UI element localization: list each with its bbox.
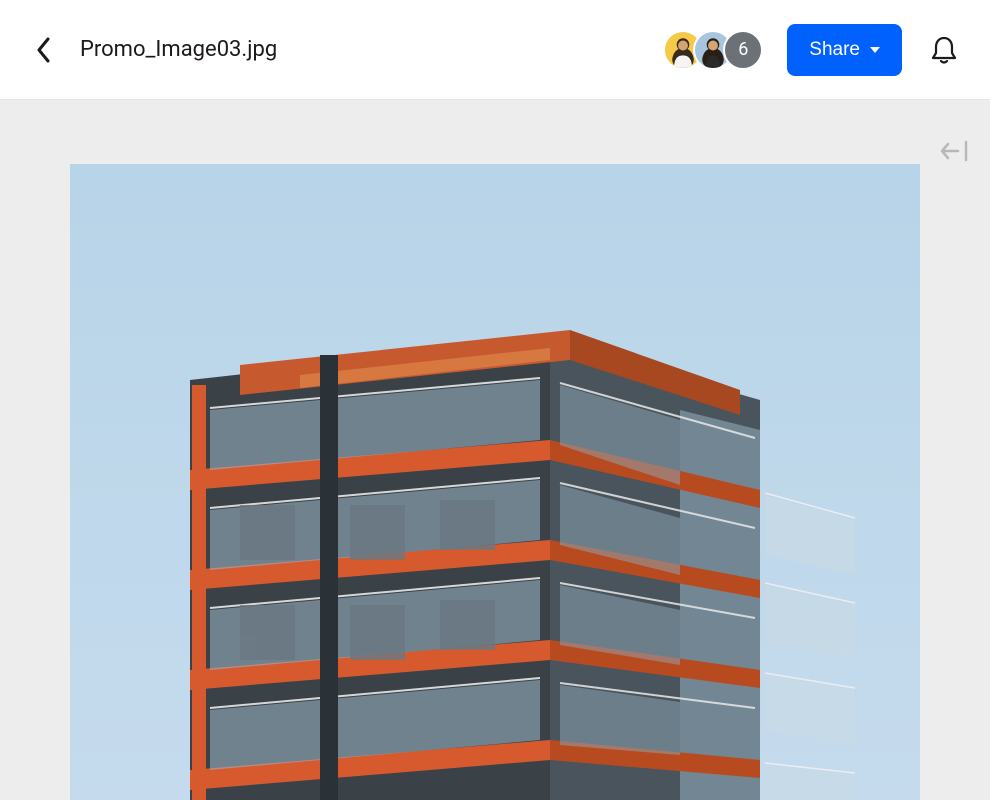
image-preview[interactable] (70, 164, 920, 800)
avatar-overflow-count[interactable]: 6 (723, 30, 763, 70)
file-name: Promo_Image03.jpg (80, 37, 277, 62)
caret-down-icon (870, 47, 880, 53)
bell-icon (930, 35, 958, 65)
image-viewer (0, 100, 990, 800)
share-button[interactable]: Share (787, 24, 902, 76)
collaborator-avatars[interactable]: 6 (663, 30, 763, 70)
back-button[interactable] (24, 30, 64, 70)
share-button-label: Share (809, 39, 860, 61)
collapse-right-icon (940, 140, 970, 162)
chevron-left-icon (36, 37, 52, 63)
building-illustration (120, 260, 870, 800)
collapse-panel-button[interactable] (940, 140, 970, 166)
header-bar: Promo_Image03.jpg 6 Share (0, 0, 990, 100)
notifications-button[interactable] (922, 28, 966, 72)
